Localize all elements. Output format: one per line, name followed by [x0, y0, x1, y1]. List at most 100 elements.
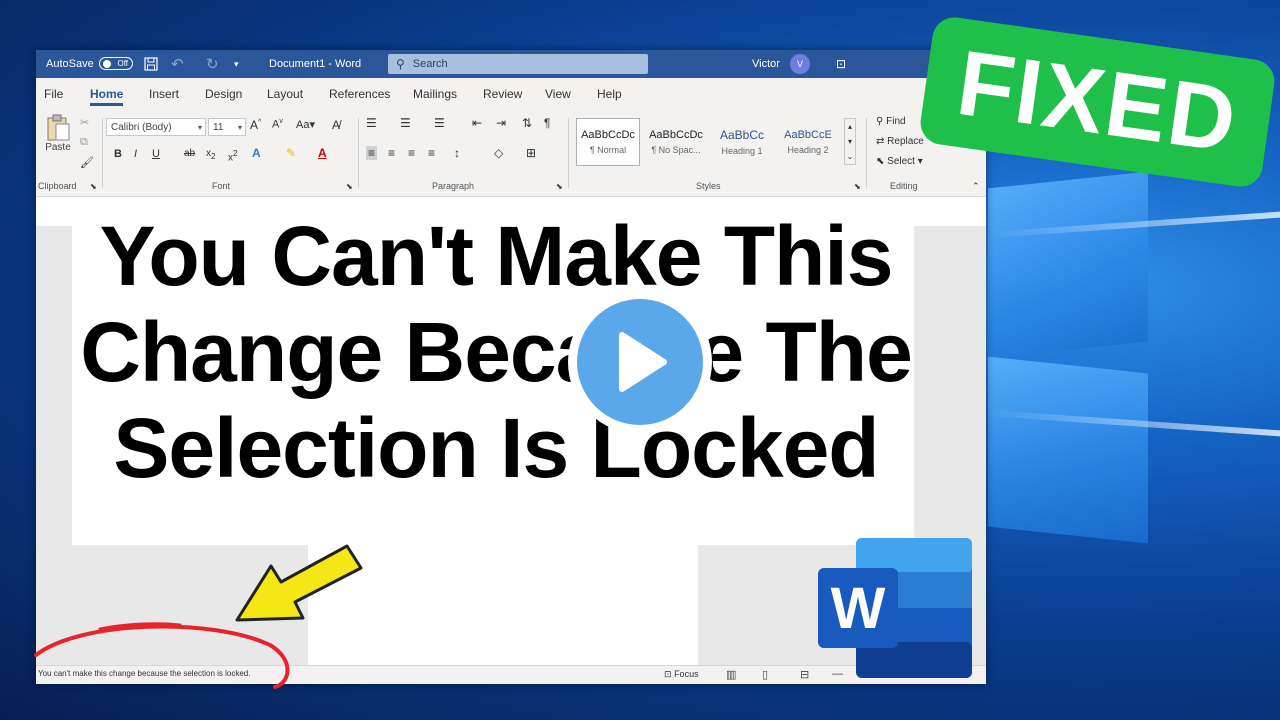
- show-formatting-icon[interactable]: ¶: [544, 116, 550, 130]
- copy-icon[interactable]: ⧉: [80, 136, 88, 149]
- style-preview: AaBbCcDc: [649, 129, 703, 141]
- windows-logo-pane: [988, 356, 1148, 544]
- style-name: ¶ No Spac...: [651, 145, 701, 155]
- align-right-icon[interactable]: ≡: [408, 146, 415, 160]
- read-mode-icon[interactable]: ▥: [726, 668, 736, 681]
- windows-logo-pane: [988, 171, 1148, 359]
- search-placeholder: Search: [412, 58, 448, 70]
- font-size-value: 11: [213, 121, 224, 133]
- ribbon-tabs: File Home Insert Design Layout Reference…: [36, 78, 986, 110]
- play-circle: [577, 299, 703, 425]
- format-painter-icon[interactable]: 🖌: [80, 156, 94, 169]
- find-button[interactable]: ⚲ Find: [876, 116, 906, 127]
- redo-icon[interactable]: ↻: [206, 50, 219, 78]
- play-icon: [619, 332, 667, 392]
- shrink-font-icon[interactable]: Av: [272, 118, 283, 131]
- tab-review[interactable]: Review: [483, 78, 522, 110]
- numbering-icon[interactable]: ☰: [400, 116, 411, 130]
- dialog-launcher-icon[interactable]: ⬊: [90, 182, 97, 191]
- undo-icon[interactable]: ↶: [171, 50, 184, 78]
- styles-gallery-scroll[interactable]: ▴ ▾ ⌄: [844, 118, 856, 165]
- word-logo-icon: W: [818, 538, 972, 678]
- style-name: Heading 2: [787, 145, 829, 155]
- tab-help[interactable]: Help: [597, 78, 622, 110]
- styles-group-label: Styles: [696, 181, 721, 191]
- style-no-spacing[interactable]: AaBbCcDc ¶ No Spac...: [644, 118, 708, 166]
- change-case-button[interactable]: Aa▾: [296, 118, 315, 131]
- italic-icon[interactable]: I: [134, 148, 137, 160]
- tab-layout[interactable]: Layout: [267, 78, 303, 110]
- paste-button[interactable]: Paste: [40, 114, 76, 153]
- tab-file[interactable]: File: [44, 78, 63, 110]
- select-button[interactable]: ⬉ Select ▾: [876, 156, 923, 167]
- bold-icon[interactable]: B: [114, 148, 122, 160]
- clear-formatting-icon[interactable]: A̸: [332, 118, 340, 132]
- document-title: Document1 - Word: [269, 58, 362, 70]
- focus-icon: ⊡: [664, 669, 672, 679]
- font-name-select[interactable]: Calibri (Body) ▾: [106, 118, 206, 136]
- search-input[interactable]: ⚲ Search: [388, 54, 648, 74]
- play-button[interactable]: [568, 290, 712, 434]
- style-preview: AaBbCc: [719, 128, 765, 142]
- style-heading-1[interactable]: AaBbCc Heading 1: [710, 118, 774, 166]
- web-layout-icon[interactable]: ⊟: [800, 668, 809, 681]
- replace-label: Replace: [887, 136, 924, 147]
- replace-button[interactable]: ⇄ Replace: [876, 136, 924, 147]
- style-normal[interactable]: AaBbCcDc ¶ Normal: [576, 118, 640, 166]
- dialog-launcher-icon[interactable]: ⬊: [346, 182, 353, 191]
- align-left-icon[interactable]: ≡: [366, 146, 378, 160]
- align-center-icon[interactable]: ≡: [388, 146, 395, 160]
- sort-icon[interactable]: ⇅: [522, 116, 532, 130]
- chevron-down-icon: ▾: [237, 122, 242, 132]
- focus-label: Focus: [674, 669, 699, 679]
- tab-view[interactable]: View: [545, 78, 571, 110]
- shading-icon[interactable]: ◇: [494, 146, 503, 160]
- customize-toolbar-icon[interactable]: ▾: [234, 50, 239, 78]
- line-spacing-icon[interactable]: ↕: [454, 146, 460, 160]
- fixed-badge-text: FIXED: [951, 31, 1244, 172]
- headline-line: Change Because The: [80, 305, 913, 399]
- replace-icon: ⇄: [876, 136, 885, 147]
- tab-design[interactable]: Design: [205, 78, 242, 110]
- cut-icon[interactable]: ✂: [80, 116, 89, 129]
- font-name-value: Calibri (Body): [111, 121, 172, 133]
- ribbon-display-options-icon[interactable]: ⊡: [836, 50, 846, 78]
- autosave-toggle[interactable]: Off: [99, 57, 133, 70]
- style-heading-2[interactable]: AaBbCcE Heading 2: [776, 118, 840, 166]
- divider: [568, 118, 569, 188]
- tab-mailings[interactable]: Mailings: [413, 78, 457, 110]
- headline-line: Selection Is Locked: [113, 401, 879, 495]
- underline-icon[interactable]: U: [152, 148, 160, 160]
- text-effects-icon[interactable]: A: [252, 146, 261, 160]
- dialog-launcher-icon[interactable]: ⬊: [556, 182, 563, 191]
- font-group-label: Font: [212, 181, 231, 191]
- decrease-indent-icon[interactable]: ⇤: [472, 116, 482, 130]
- font-color-icon[interactable]: A: [318, 146, 327, 160]
- multilevel-list-icon[interactable]: ☰: [434, 116, 445, 130]
- tab-references[interactable]: References: [329, 78, 390, 110]
- grow-font-icon[interactable]: A^: [250, 118, 261, 132]
- strikethrough-icon[interactable]: ab: [184, 148, 195, 159]
- divider: [102, 118, 103, 188]
- subscript-icon[interactable]: x2: [206, 148, 216, 161]
- bullets-icon[interactable]: ☰: [366, 116, 377, 130]
- borders-icon[interactable]: ⊞: [526, 146, 536, 160]
- print-layout-icon[interactable]: ▯: [762, 668, 768, 681]
- superscript-icon[interactable]: x2: [228, 148, 238, 163]
- user-name[interactable]: Victor: [752, 50, 780, 78]
- dialog-launcher-icon[interactable]: ⬊: [854, 182, 861, 191]
- save-icon[interactable]: [144, 50, 158, 78]
- highlight-icon[interactable]: ✎: [286, 146, 296, 160]
- tab-insert[interactable]: Insert: [149, 78, 179, 110]
- collapse-ribbon-icon[interactable]: ⌃: [972, 181, 980, 192]
- find-icon: ⚲: [876, 116, 884, 127]
- justify-icon[interactable]: ≡: [428, 146, 435, 160]
- divider: [358, 118, 359, 188]
- font-size-select[interactable]: 11 ▾: [208, 118, 246, 136]
- focus-button[interactable]: ⊡ Focus: [664, 669, 699, 680]
- tab-home[interactable]: Home: [90, 78, 124, 110]
- style-name: Heading 1: [721, 146, 763, 156]
- avatar[interactable]: V: [790, 54, 810, 74]
- clipboard-icon: [47, 114, 70, 141]
- increase-indent-icon[interactable]: ⇥: [496, 116, 506, 130]
